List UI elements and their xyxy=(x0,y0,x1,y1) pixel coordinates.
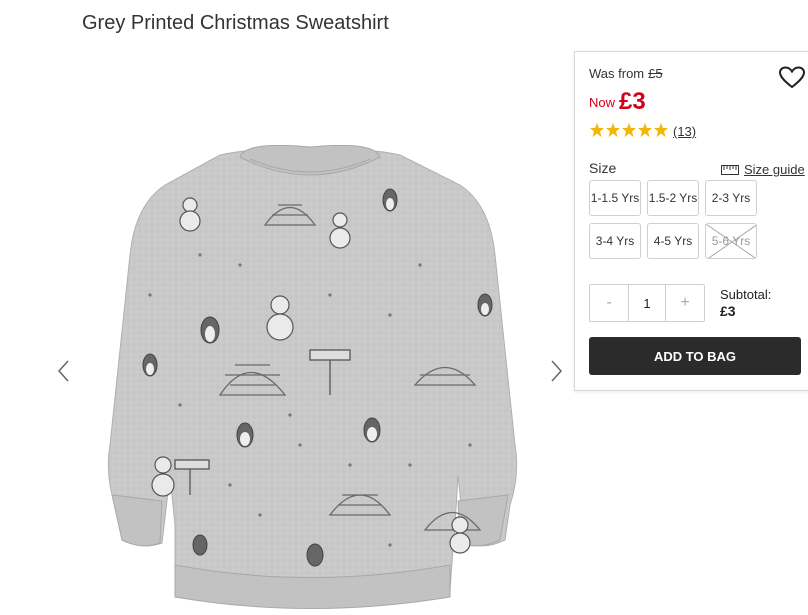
previous-image-arrow-icon[interactable] xyxy=(54,356,74,386)
subtotal-value: £3 xyxy=(720,303,736,319)
size-label: Size xyxy=(589,160,617,176)
product-title: Grey Printed Christmas Sweatshirt xyxy=(82,12,389,34)
was-price: Was from £5 xyxy=(589,66,663,81)
add-to-bag-button[interactable]: ADD TO BAG xyxy=(589,337,801,375)
size-option[interactable]: 1.5-2 Yrs xyxy=(647,180,699,216)
ruler-icon xyxy=(721,164,739,175)
size-option-unavailable: 5-6 Yrs xyxy=(705,223,757,259)
quantity-stepper: - 1 + xyxy=(589,284,705,322)
purchase-panel: Was from £5 Now £3 (13) Size Size guide 1-… xyxy=(574,51,808,391)
size-option[interactable]: 4-5 Yrs xyxy=(647,223,699,259)
size-option[interactable]: 1-1.5 Yrs xyxy=(589,180,641,216)
was-price-value: £5 xyxy=(648,66,663,81)
product-gallery xyxy=(40,40,570,609)
size-guide-label: Size guide xyxy=(744,162,805,177)
next-image-arrow-icon[interactable] xyxy=(546,356,566,386)
subtotal: Subtotal: £3 xyxy=(720,287,771,319)
sweatshirt-product-image xyxy=(107,145,518,609)
now-label: Now xyxy=(589,95,616,110)
quantity-value[interactable]: 1 xyxy=(628,285,666,321)
quantity-increase-button[interactable]: + xyxy=(666,285,704,321)
subtotal-label: Subtotal: xyxy=(720,287,772,302)
reviews-count-link[interactable]: (13) xyxy=(673,124,696,139)
was-label: Was from xyxy=(589,66,645,81)
now-price-value: £3 xyxy=(619,88,646,115)
size-guide-link[interactable]: Size guide xyxy=(721,162,805,177)
wishlist-heart-icon[interactable] xyxy=(778,66,806,90)
rating-stars xyxy=(589,122,669,142)
now-price: Now £3 xyxy=(589,88,646,116)
size-option[interactable]: 3-4 Yrs xyxy=(589,223,641,259)
size-option-label: 5-6 Yrs xyxy=(711,234,751,248)
star-rating-icon xyxy=(590,123,668,137)
quantity-decrease-button[interactable]: - xyxy=(590,285,628,321)
size-option[interactable]: 2-3 Yrs xyxy=(705,180,757,216)
